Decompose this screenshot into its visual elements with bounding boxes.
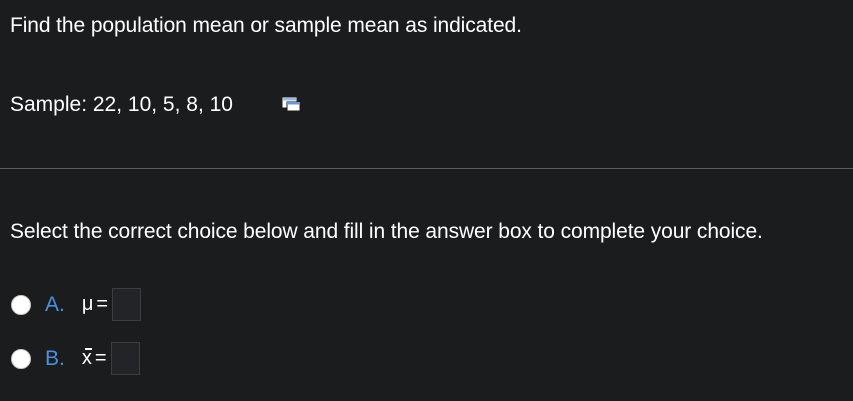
choice-a-equals: = [96, 293, 109, 315]
sample-line: Sample: 22, 10, 5, 8, 10 [10, 67, 302, 143]
sample-mean-symbol: x [81, 347, 92, 369]
choice-a[interactable]: A. μ = [11, 288, 142, 321]
section-divider [0, 168, 853, 169]
sample-values: Sample: 22, 10, 5, 8, 10 [10, 93, 233, 116]
population-mean-symbol: μ [81, 293, 94, 315]
question-page: Find the population mean or sample mean … [0, 0, 853, 401]
choice-a-radio[interactable] [11, 294, 31, 315]
data-table-icon[interactable] [247, 71, 302, 143]
choice-a-answer-box[interactable] [112, 288, 142, 321]
choice-b-equals: = [94, 347, 107, 369]
instruction-text: Select the correct choice below and fill… [10, 220, 763, 243]
question-text: Find the population mean or sample mean … [10, 14, 522, 37]
choice-b-radio[interactable] [11, 348, 31, 369]
choice-a-letter: A. [45, 292, 65, 316]
choice-b-letter: B. [45, 346, 65, 370]
choice-b-answer-box[interactable] [110, 342, 140, 375]
choice-b[interactable]: B. x = [11, 342, 140, 375]
